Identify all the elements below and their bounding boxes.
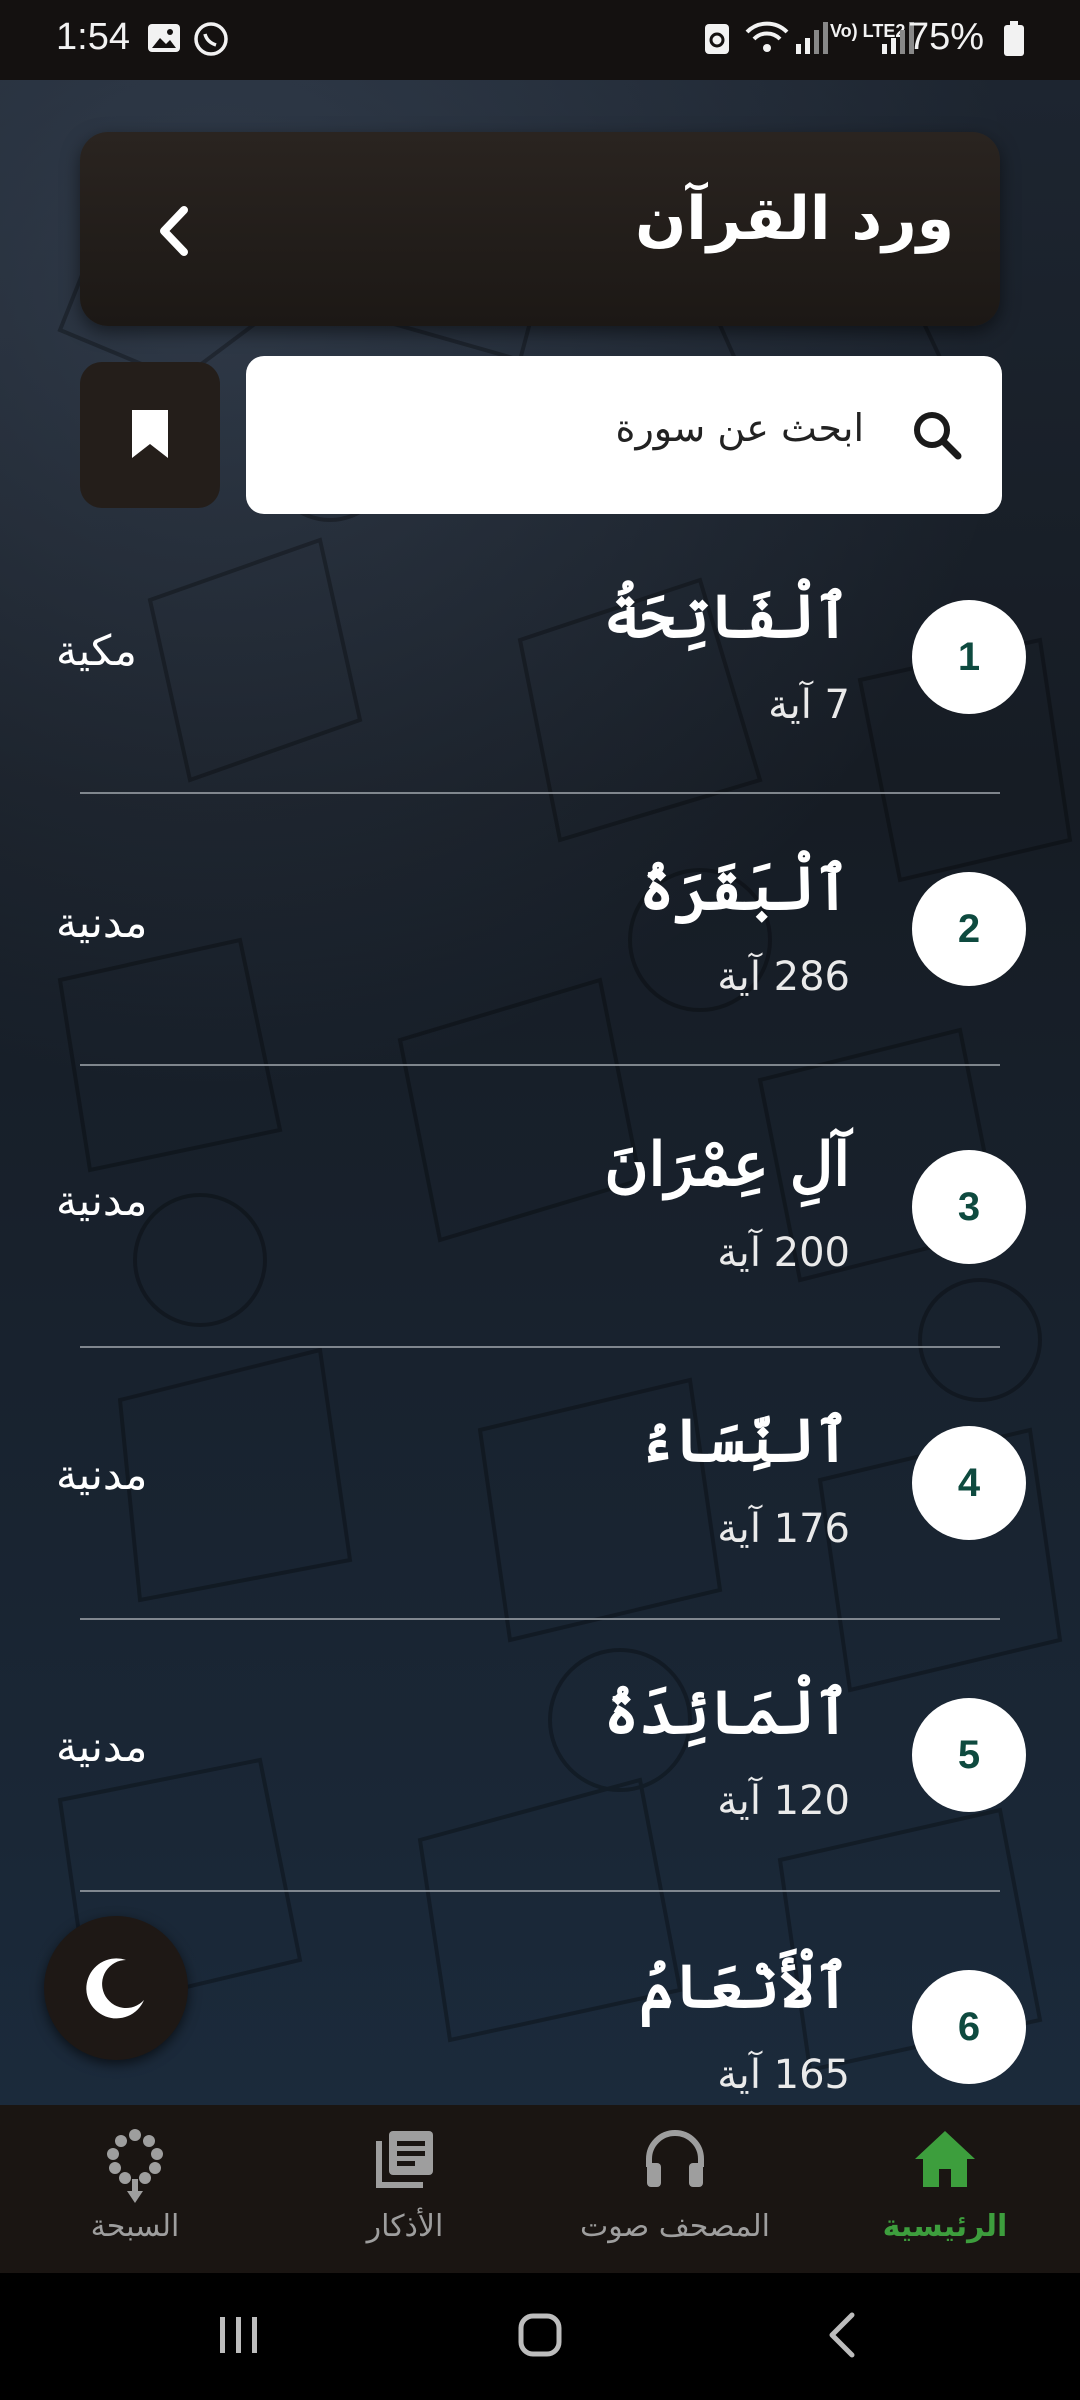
surah-number-badge: 4 (912, 1426, 1026, 1540)
surah-name: ٱلْمَائِدَةُ (603, 1678, 850, 1748)
nav-home[interactable]: الرئيسية (810, 2105, 1080, 2273)
moon-icon (86, 1958, 144, 2019)
wifi-icon (744, 20, 790, 61)
search-input[interactable]: ابحث عن سورة (246, 356, 1002, 514)
data-saver-icon (702, 20, 732, 61)
ayah-count: 200 آية (717, 1230, 850, 1276)
bookmarks-button[interactable] (80, 362, 220, 508)
ayah-count: 286 آية (717, 954, 850, 1000)
nav-audio-quran[interactable]: المصحف صوت (540, 2105, 810, 2273)
surah-name: آلِ عِمْرَانَ (604, 1130, 850, 1200)
search-placeholder: ابحث عن سورة (615, 406, 864, 450)
page-title: ورد القرآن (635, 184, 954, 254)
ayah-count: 120 آية (717, 1778, 850, 1824)
surah-name: ٱلنِّسَاءُ (639, 1406, 850, 1476)
app-header: ورد القرآن (80, 132, 1000, 326)
status-bar: 1:54 Vo) LTE2 75% (0, 0, 1080, 80)
chevron-left-icon (160, 206, 188, 256)
surah-number-badge: 5 (912, 1698, 1026, 1812)
divider (80, 1346, 1000, 1348)
bottom-navigation: السبحة الأذكار المصحف صوت الرئيسية (0, 2105, 1080, 2273)
divider (80, 1890, 1000, 1892)
signal-icon (794, 20, 828, 61)
nav-label: الأذكار (366, 2209, 444, 2244)
whatsapp-icon (192, 20, 230, 63)
divider (80, 792, 1000, 794)
surah-name: ٱلْبَقَرَةُ (639, 854, 850, 924)
revelation-type: مدنية (56, 1176, 148, 1225)
surah-number-badge: 2 (912, 872, 1026, 986)
night-mode-button[interactable] (44, 1916, 188, 2060)
surah-name: ٱلْأَنْعَامُ (639, 1952, 850, 2022)
status-time: 1:54 (56, 16, 130, 58)
prayer-beads-icon (107, 2129, 163, 2203)
divider (80, 1064, 1000, 1066)
surah-number-badge: 6 (912, 1970, 1026, 2084)
ayah-count: 7 آية (768, 682, 850, 728)
surah-row-2[interactable]: 2 ٱلْبَقَرَةُ 286 آية مدنية (0, 832, 1080, 1072)
surah-row-1[interactable]: 1 ٱلْفَاتِحَةُ 7 آية مكية (0, 560, 1080, 800)
nav-label: المصحف صوت (579, 2209, 770, 2244)
nav-azkar[interactable]: الأذكار (270, 2105, 540, 2273)
back-nav-icon[interactable] (824, 2311, 860, 2359)
surah-number-badge: 3 (912, 1150, 1026, 1264)
ayah-count: 176 آية (717, 1506, 850, 1552)
revelation-type: مكية (56, 626, 137, 675)
home-icon (915, 2131, 975, 2187)
headphones-icon (646, 2130, 704, 2187)
nav-label: الرئيسية (882, 2209, 1008, 2244)
surah-name: ٱلْفَاتِحَةُ (603, 582, 850, 652)
nav-tasbih[interactable]: السبحة (0, 2105, 270, 2273)
back-button[interactable] (140, 196, 210, 266)
recent-apps-icon[interactable] (214, 2313, 264, 2357)
battery-percent: 75% (907, 16, 984, 58)
revelation-type: مدنية (56, 1722, 148, 1771)
surah-number-badge: 1 (912, 600, 1026, 714)
revelation-type: مدنية (56, 898, 148, 947)
gallery-icon (146, 20, 182, 61)
nav-label: السبحة (90, 2209, 180, 2244)
revelation-type: مدنية (56, 1450, 148, 1499)
surah-row-3[interactable]: 3 آلِ عِمْرَانَ 200 آية مدنية (0, 1108, 1080, 1348)
system-navigation-bar (0, 2273, 1080, 2400)
search-icon (910, 408, 964, 466)
bookmark-icon (132, 410, 168, 458)
battery-icon (1002, 20, 1026, 63)
surah-row-5[interactable]: 5 ٱلْمَائِدَةُ 120 آية مدنية (0, 1656, 1080, 1896)
surah-row-4[interactable]: 4 ٱلنِّسَاءُ 176 آية مدنية (0, 1384, 1080, 1624)
ayah-count: 165 آية (717, 2052, 850, 2098)
divider (80, 1618, 1000, 1620)
library-books-icon (376, 2131, 433, 2188)
home-button-icon[interactable] (516, 2311, 564, 2359)
